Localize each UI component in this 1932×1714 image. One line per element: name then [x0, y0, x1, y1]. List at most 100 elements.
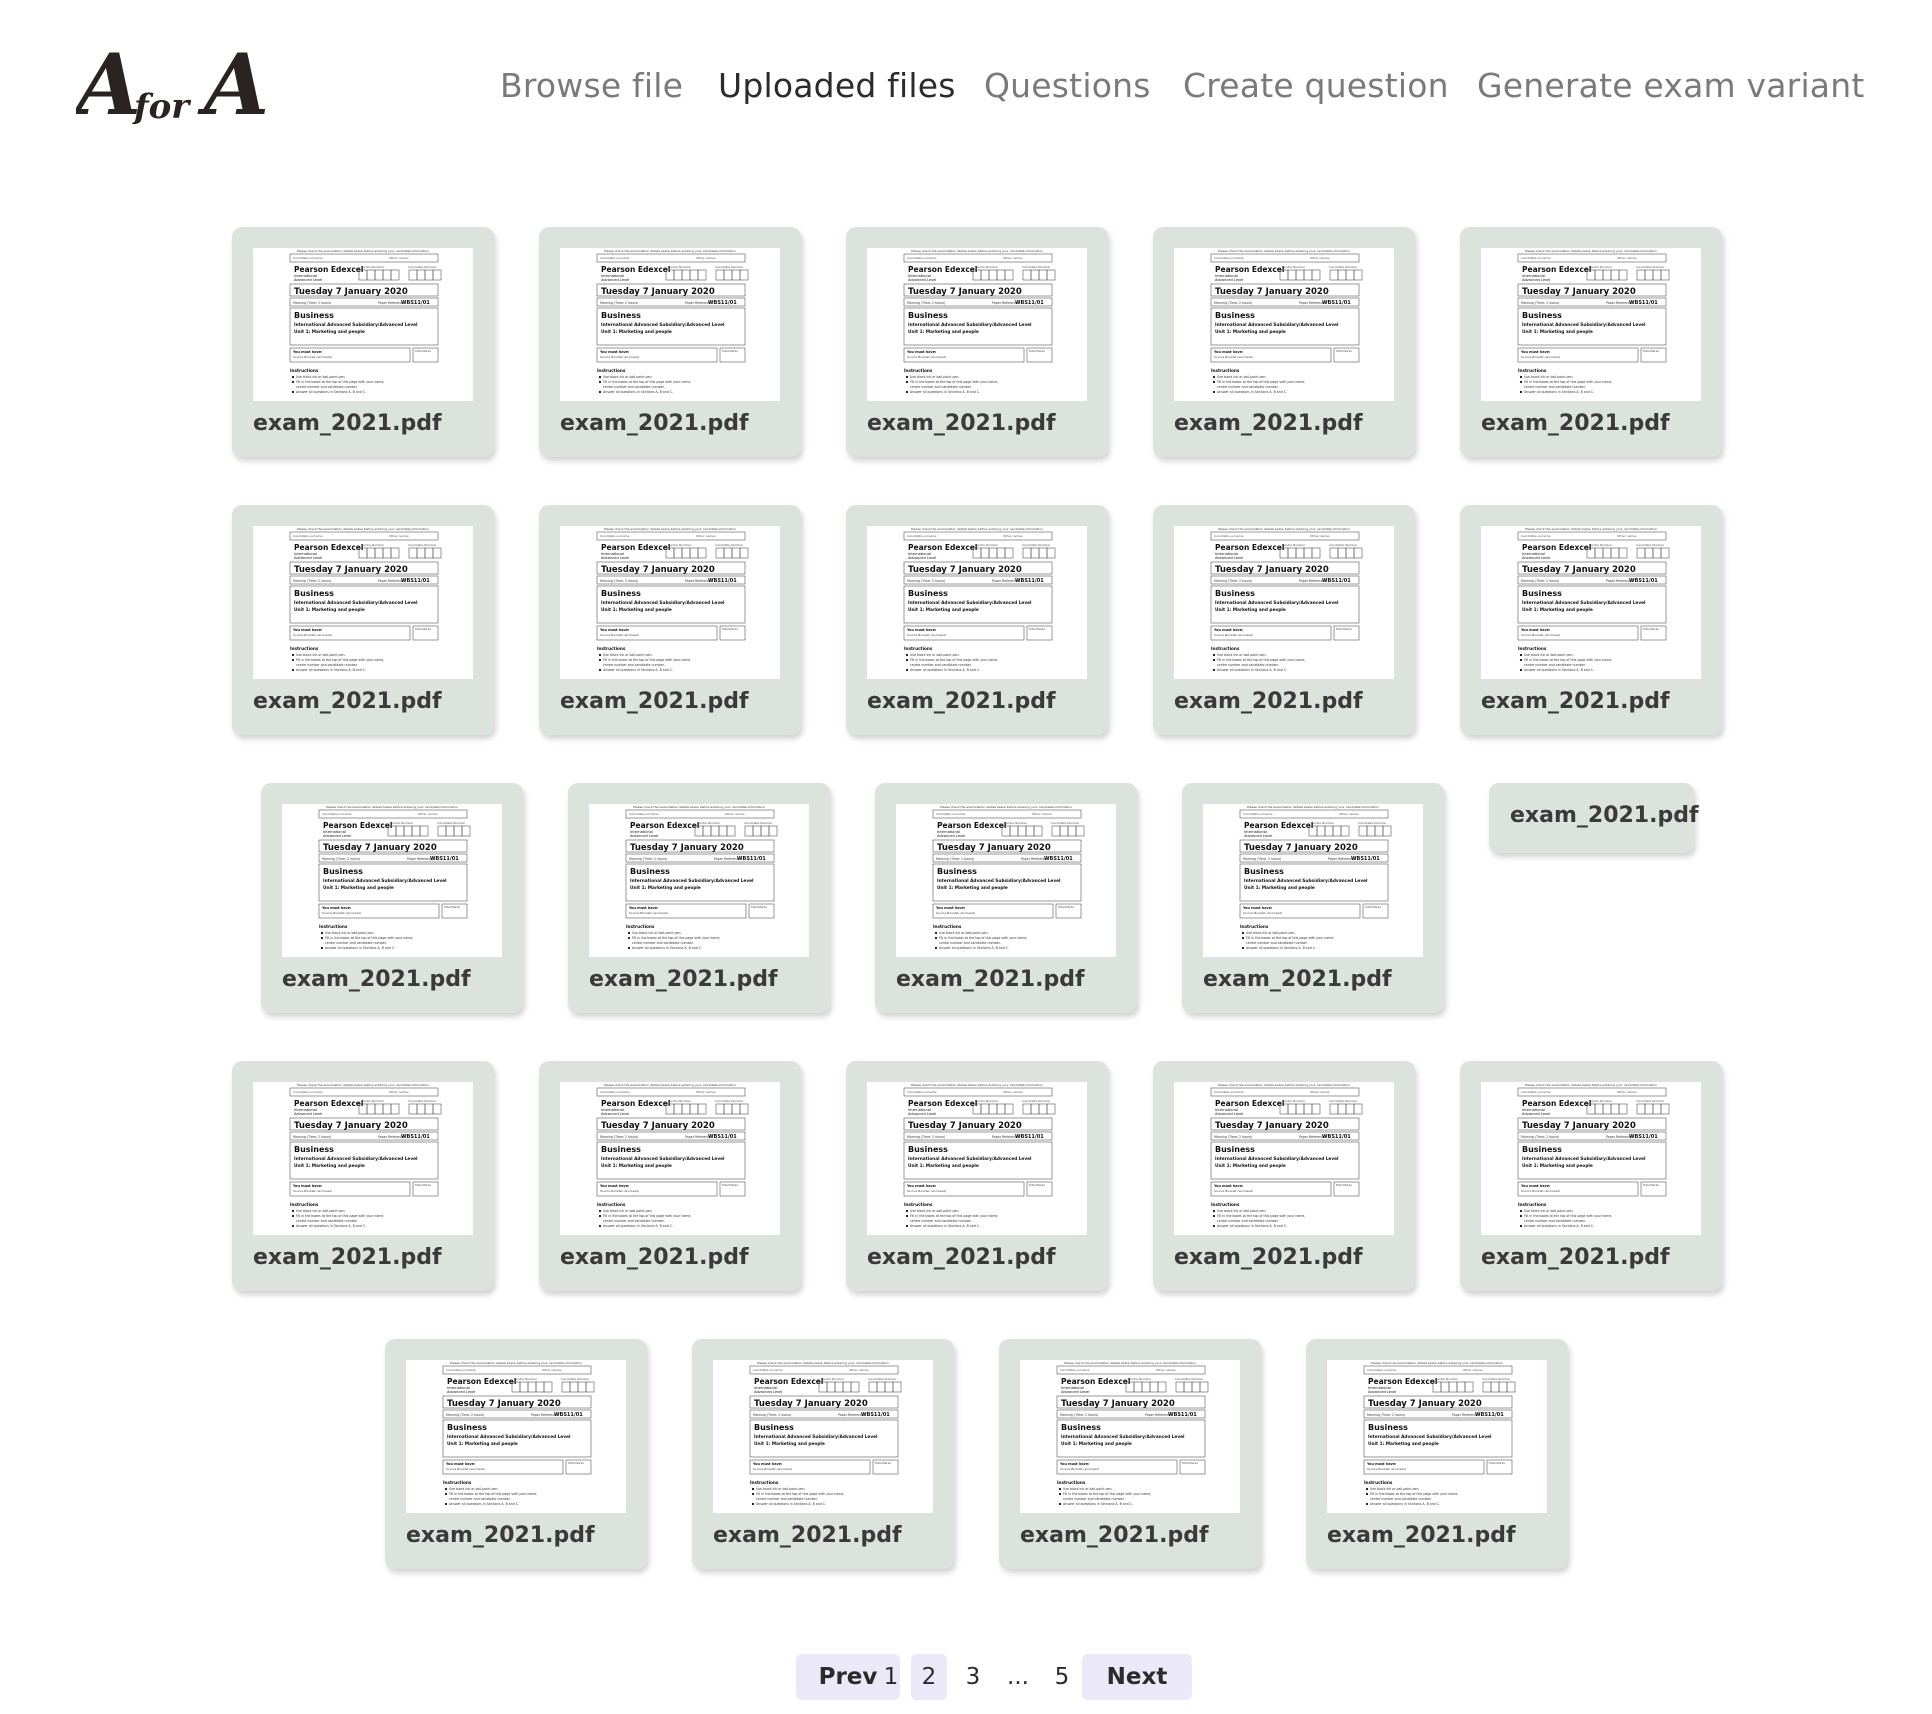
thumb-instr-4: Answer all questions in Sections A, B an…: [603, 1224, 673, 1228]
thumb-board-sub2: Advanced Level: [294, 278, 322, 282]
thumb-instr-2: Fill in the boxes at the top of this pag…: [632, 936, 720, 940]
thumb-instr-3: centre number and candidate number.: [1246, 941, 1308, 945]
thumb-total-marks: Total Marks: [1642, 1183, 1659, 1187]
file-name: exam_2021.pdf: [1174, 689, 1363, 714]
file-card[interactable]: Please check the examination details bel…: [385, 1339, 647, 1569]
file-name: exam_2021.pdf: [1510, 803, 1699, 828]
thumb-instr-1: Use black ink or ball-point pen.: [1524, 375, 1574, 379]
thumb-candidate-number: Candidate Number: [1022, 1099, 1051, 1103]
thumb-subject: Business: [1061, 1423, 1101, 1432]
file-card[interactable]: Please check the examination details bel…: [692, 1339, 954, 1569]
pdf-page-thumbnail: Please check the examination details bel…: [713, 1360, 933, 1513]
thumb-instr-3: centre number and candidate number.: [296, 385, 358, 389]
file-thumbnail: Please check the examination details bel…: [1481, 248, 1701, 401]
thumb-date: Tuesday 7 January 2020: [754, 1399, 868, 1409]
file-card[interactable]: exam_2021.pdf: [1489, 783, 1699, 853]
page-3[interactable]: 3: [955, 1654, 991, 1700]
thumb-centre-number: Centre Number: [1004, 821, 1028, 825]
thumb-date: Tuesday 7 January 2020: [1522, 287, 1636, 297]
thumb-level: International Advanced Subsidiary/Advanc…: [1215, 1156, 1339, 1162]
thumb-board: Pearson Edexcel: [1244, 821, 1313, 830]
file-card[interactable]: Please check the examination details bel…: [261, 783, 523, 1013]
thumb-surname: Candidate surname: [1214, 534, 1244, 538]
thumb-instructions: Instructions: [904, 368, 933, 373]
file-card[interactable]: Please check the examination details bel…: [539, 227, 801, 457]
thumb-othernames: Other names: [1310, 256, 1330, 260]
thumb-instructions: Instructions: [1240, 924, 1269, 929]
thumb-total-marks: Total Marks: [1028, 349, 1045, 353]
file-card[interactable]: Please check the examination details bel…: [1153, 505, 1415, 735]
thumb-othernames: Other names: [1617, 256, 1637, 260]
thumb-instructions: Instructions: [290, 1202, 319, 1207]
thumb-instr-2: Fill in the boxes at the top of this pag…: [1524, 658, 1612, 662]
file-card[interactable]: Please check the examination details bel…: [846, 227, 1108, 457]
file-card[interactable]: Please check the examination details bel…: [846, 1061, 1108, 1291]
thumb-total-marks: Total Marks: [750, 905, 767, 909]
file-card[interactable]: Please check the examination details bel…: [1153, 1061, 1415, 1291]
thumb-unit: Unit 1: Marketing and people: [1522, 1163, 1593, 1169]
thumb-surname: Candidate surname: [600, 256, 630, 260]
thumb-source-booklet: Source Booklet (enclosed): [1214, 633, 1253, 637]
thumb-header-note: Please check the examination details bel…: [1371, 1361, 1503, 1365]
thumb-header-note: Please check the examination details bel…: [1218, 527, 1350, 531]
next-button[interactable]: Next: [1082, 1654, 1192, 1700]
thumb-subject: Business: [908, 589, 948, 598]
thumb-board-sub2: Advanced Level: [1215, 278, 1243, 282]
pdf-page-thumbnail: Please check the examination details bel…: [589, 804, 809, 957]
file-card[interactable]: Please check the examination details bel…: [875, 783, 1137, 1013]
thumb-centre-number: Centre Number: [1282, 543, 1306, 547]
file-name: exam_2021.pdf: [1327, 1523, 1516, 1548]
file-card[interactable]: Please check the examination details bel…: [568, 783, 830, 1013]
thumb-date: Tuesday 7 January 2020: [1215, 1121, 1329, 1131]
thumb-othernames: Other names: [1310, 534, 1330, 538]
file-card[interactable]: Please check the examination details bel…: [999, 1339, 1261, 1569]
thumb-unit: Unit 1: Marketing and people: [1522, 607, 1593, 613]
file-card[interactable]: Please check the examination details bel…: [846, 505, 1108, 735]
thumb-instr-1: Use black ink or ball-point pen.: [603, 375, 653, 379]
thumb-candidate-number: Candidate Number: [1175, 1377, 1204, 1381]
pdf-page-thumbnail: Please check the examination details bel…: [253, 1082, 473, 1235]
thumb-date: Tuesday 7 January 2020: [601, 1121, 715, 1131]
thumb-level: International Advanced Subsidiary/Advanc…: [601, 600, 725, 606]
file-name: exam_2021.pdf: [896, 967, 1085, 992]
thumb-centre-number: Centre Number: [668, 265, 692, 269]
file-card[interactable]: Please check the examination details bel…: [1153, 227, 1415, 457]
file-card[interactable]: Please check the examination details bel…: [232, 1061, 494, 1291]
thumb-othernames: Other names: [542, 1368, 562, 1372]
thumb-date: Tuesday 7 January 2020: [937, 843, 1051, 853]
thumb-centre-number: Centre Number: [1435, 1377, 1459, 1381]
file-name: exam_2021.pdf: [1174, 1245, 1363, 1270]
thumb-candidate-number: Candidate Number: [868, 1377, 897, 1381]
thumb-instr-4: Answer all questions in Sections A, B an…: [325, 946, 395, 950]
thumb-instr-1: Use black ink or ball-point pen.: [1217, 1209, 1267, 1213]
file-card[interactable]: Please check the examination details bel…: [1460, 505, 1722, 735]
thumb-instr-1: Use black ink or ball-point pen.: [1217, 375, 1267, 379]
thumb-must-have: You must have:: [1059, 1462, 1089, 1466]
file-card[interactable]: Please check the examination details bel…: [539, 505, 801, 735]
thumb-total-marks: Total Marks: [1335, 349, 1352, 353]
file-card[interactable]: Please check the examination details bel…: [539, 1061, 801, 1291]
file-card[interactable]: Please check the examination details bel…: [1460, 1061, 1722, 1291]
thumb-instructions: Instructions: [750, 1480, 779, 1485]
page-5[interactable]: 5: [1044, 1654, 1080, 1700]
page-1[interactable]: 1: [873, 1654, 909, 1700]
page-2[interactable]: 2: [911, 1654, 947, 1700]
page-ellipsis[interactable]: ...: [1000, 1654, 1036, 1700]
thumb-total-marks: Total Marks: [1364, 905, 1381, 909]
file-card[interactable]: Please check the examination details bel…: [1306, 1339, 1568, 1569]
thumb-source-booklet: Source Booklet (enclosed): [907, 355, 946, 359]
file-thumbnail: Please check the examination details bel…: [589, 804, 809, 957]
thumb-candidate-number: Candidate Number: [715, 1099, 744, 1103]
file-name: exam_2021.pdf: [1020, 1523, 1209, 1548]
thumb-source-booklet: Source Booklet (enclosed): [1214, 355, 1253, 359]
thumb-instr-2: Fill in the boxes at the top of this pag…: [449, 1492, 537, 1496]
thumb-instructions: Instructions: [597, 1202, 626, 1207]
thumb-source-booklet: Source Booklet (enclosed): [446, 1467, 485, 1471]
file-card[interactable]: Please check the examination details bel…: [232, 505, 494, 735]
thumb-level: International Advanced Subsidiary/Advanc…: [630, 878, 754, 884]
file-card[interactable]: Please check the examination details bel…: [232, 227, 494, 457]
thumb-instr-4: Answer all questions in Sections A, B an…: [1217, 1224, 1287, 1228]
thumb-candidate-number: Candidate Number: [1051, 821, 1080, 825]
file-card[interactable]: Please check the examination details bel…: [1460, 227, 1722, 457]
file-card[interactable]: Please check the examination details bel…: [1182, 783, 1444, 1013]
